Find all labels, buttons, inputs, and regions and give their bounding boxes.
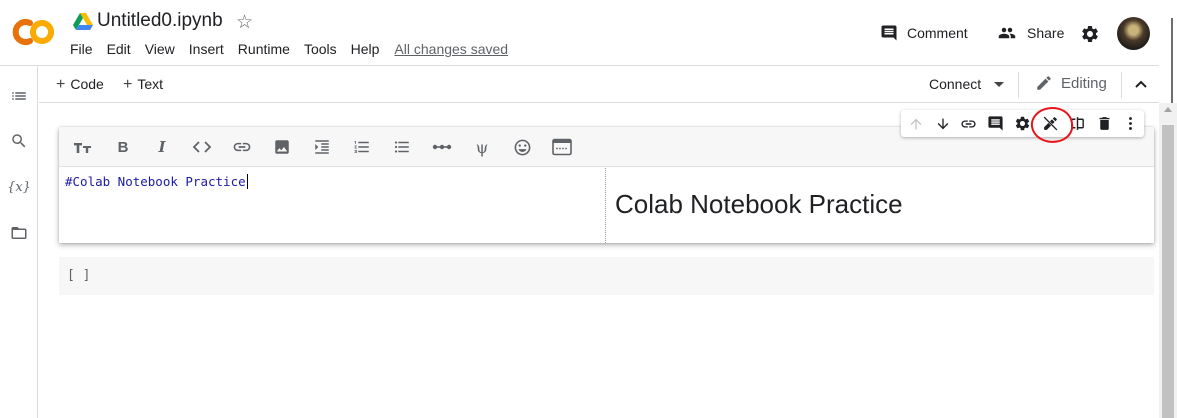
save-status[interactable]: All changes saved [394,41,508,57]
cell-settings-icon[interactable] [1013,114,1032,133]
user-avatar[interactable] [1117,17,1150,50]
folder-icon[interactable] [10,224,28,242]
cell-action-toolbar [901,110,1144,137]
trash-icon[interactable] [1095,114,1114,133]
window-edge-line [1171,18,1173,103]
notebook-title[interactable]: Untitled0.ipynb [97,10,223,32]
plus-icon: + [56,76,66,93]
add-text-label: Text [137,76,164,92]
comment-button[interactable]: Comment [880,24,968,42]
preview-mode-icon[interactable] [551,137,573,157]
code-cell[interactable]: [ ] [59,257,1154,295]
heading-icon[interactable] [72,137,94,157]
mirror-cell-icon[interactable] [1068,114,1087,133]
left-sidebar: {x} [0,66,38,418]
markdown-editor[interactable]: #Colab Notebook Practice [59,168,606,243]
menu-tools[interactable]: Tools [304,41,337,57]
move-down-icon[interactable] [933,114,952,133]
latex-icon[interactable]: ψ [471,137,493,157]
text-caret [246,174,248,189]
link-icon[interactable] [231,137,253,157]
divider [1018,72,1019,98]
italic-icon[interactable]: I [151,137,173,157]
window-edge [1159,0,1177,103]
emoji-icon[interactable] [511,137,533,157]
vertical-scrollbar[interactable] [1159,103,1177,418]
bulleted-list-icon[interactable] [391,137,413,157]
image-icon[interactable] [271,137,293,157]
share-label: Share [1027,25,1065,41]
pencil-icon [1037,76,1051,90]
table-of-contents-icon[interactable] [10,87,28,105]
menu-edit[interactable]: Edit [107,41,131,57]
bold-icon[interactable]: B [112,137,134,157]
menu-help[interactable]: Help [351,41,380,57]
search-icon[interactable] [10,132,28,150]
gear-icon[interactable] [1080,24,1100,44]
preview-heading: Colab Notebook Practice [615,189,903,219]
chevron-up-icon[interactable] [1134,77,1148,91]
code-icon[interactable] [191,137,213,157]
editing-mode-button[interactable]: Editing [1035,74,1107,92]
colab-logo[interactable] [10,14,56,50]
comment-icon[interactable] [986,114,1005,133]
run-indicator[interactable]: [ ] [67,268,90,283]
scrollbar-thumb[interactable] [1162,125,1174,418]
menu-view[interactable]: View [145,41,175,57]
google-drive-icon[interactable] [73,13,93,31]
menu-file[interactable]: File [70,41,93,57]
editor-line[interactable]: #Colab Notebook Practice [65,174,248,189]
comment-icon [881,25,897,41]
horizontal-rule-icon[interactable] [431,137,453,157]
move-up-icon[interactable] [906,114,925,133]
add-code-label: Code [70,76,104,92]
menu-runtime[interactable]: Runtime [238,41,290,57]
connect-dropdown-icon[interactable] [994,82,1004,87]
share-button[interactable]: Share [996,24,1064,42]
divider [1121,72,1122,98]
editor-text: #Colab Notebook Practice [65,174,246,189]
scroll-up-arrow-icon[interactable] [1164,107,1172,112]
close-editor-icon[interactable] [1041,114,1060,133]
variables-icon[interactable]: {x} [7,178,31,196]
connect-button[interactable]: Connect [929,76,981,92]
menu-bar: File Edit View Insert Runtime Tools Help… [70,41,508,57]
editing-label: Editing [1061,74,1107,92]
plus-icon: + [123,76,133,93]
add-text-button[interactable]: + Text [123,76,163,94]
text-cell[interactable]: B I ψ #Colab Notebook Practice Colab Not… [59,127,1154,243]
indent-icon[interactable] [311,137,333,157]
top-header: Untitled0.ipynb ☆ File Edit View Insert … [0,0,1177,66]
comment-label: Comment [907,25,968,41]
people-icon [998,27,1016,39]
more-vert-icon[interactable] [1121,114,1140,133]
numbered-list-icon[interactable] [351,137,373,157]
notebook-toolbar: + Code + Text Connect Editing [39,66,1159,103]
link-icon[interactable] [959,114,978,133]
star-icon[interactable]: ☆ [236,11,253,34]
add-code-button[interactable]: + Code [56,76,104,94]
menu-insert[interactable]: Insert [189,41,224,57]
